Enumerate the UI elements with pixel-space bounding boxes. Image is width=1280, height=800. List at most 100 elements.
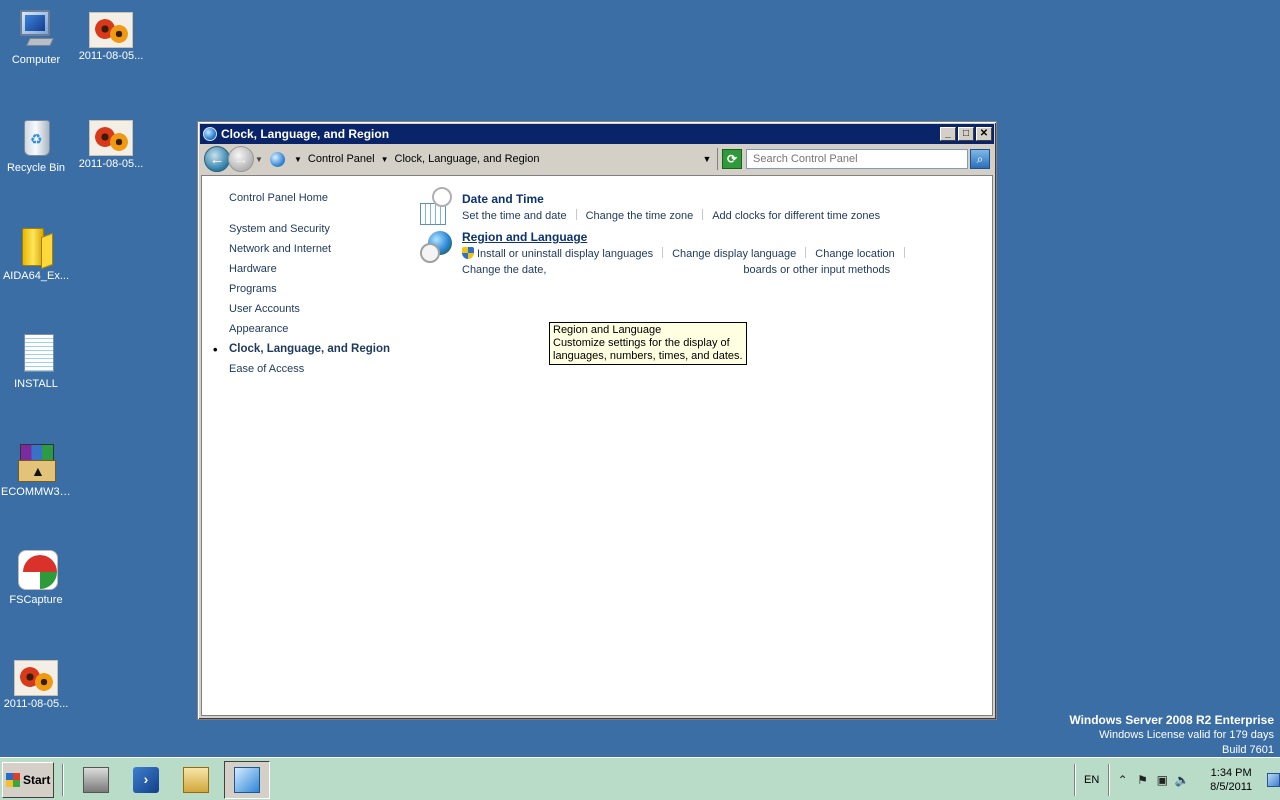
- desktop-icon-label: FSCapture: [9, 594, 63, 606]
- desktop-icon-label: INSTALL: [14, 378, 58, 390]
- desktop-icon-image-1[interactable]: 2011-08-05...: [75, 8, 147, 62]
- nav-network-internet[interactable]: Network and Internet: [229, 243, 390, 255]
- volume-icon[interactable]: 🔈: [1174, 773, 1191, 787]
- desktop-icon-label: 2011-08-05...: [3, 698, 69, 710]
- chevron-down-icon[interactable]: ▼: [294, 155, 302, 164]
- desktop-icon-recycle-bin[interactable]: Recycle Bin: [0, 116, 72, 174]
- desktop-icon-label: AIDA64_Ex...: [2, 270, 70, 282]
- taskbar-powershell[interactable]: ›: [126, 762, 166, 798]
- search-button[interactable]: ⌕: [970, 149, 990, 169]
- close-button[interactable]: ✕: [976, 127, 992, 141]
- nav-hardware[interactable]: Hardware: [229, 263, 390, 275]
- explorer-icon: [183, 767, 209, 793]
- link-change-location[interactable]: Change location: [815, 248, 895, 260]
- nav-clock-language-region[interactable]: Clock, Language, and Region: [213, 342, 390, 357]
- desktop-icon-image-3[interactable]: 2011-08-05...: [0, 656, 72, 710]
- nav-system-security[interactable]: System and Security: [229, 223, 390, 235]
- link-set-time-date[interactable]: Set the time and date: [462, 210, 567, 222]
- show-hidden-icons-icon[interactable]: ⌃: [1114, 773, 1131, 787]
- search-input[interactable]: [746, 149, 968, 169]
- date-and-time-title[interactable]: Date and Time: [462, 192, 880, 206]
- recent-pages-dropdown[interactable]: ▼: [255, 155, 265, 164]
- image-file-icon: [89, 120, 133, 156]
- minimize-button[interactable]: _: [940, 127, 956, 141]
- refresh-button[interactable]: ⟳: [722, 149, 742, 169]
- control-panel-icon: [270, 151, 285, 167]
- clock[interactable]: 1:34 PM 8/5/2011: [1198, 766, 1265, 794]
- desktop-icon-label: Recycle Bin: [6, 162, 66, 174]
- start-button[interactable]: Start: [2, 762, 54, 798]
- image-file-icon: [89, 12, 133, 48]
- chevron-down-icon[interactable]: ▼: [381, 155, 389, 164]
- clock-date: 8/5/2011: [1210, 781, 1253, 793]
- address-dropdown-button[interactable]: ▼: [697, 154, 717, 164]
- link-add-clocks[interactable]: Add clocks for different time zones: [712, 210, 880, 222]
- os-watermark: Windows Server 2008 R2 Enterprise Window…: [1069, 713, 1274, 758]
- tooltip-text-line: languages, numbers, times, and dates.: [553, 350, 743, 362]
- zip-folder-icon: [16, 224, 56, 268]
- tooltip: Region and Language Customize settings f…: [549, 322, 747, 365]
- taskbar: Start › EN ⌃ ⚑ ▣ 🔈 1:34 PM 8/5/2011: [0, 757, 1280, 800]
- fscapture-icon: [16, 548, 58, 592]
- system-tray: EN ⌃ ⚑ ▣ 🔈 1:34 PM 8/5/2011: [1074, 762, 1280, 798]
- nav-ease-of-access[interactable]: Ease of Access: [229, 363, 390, 375]
- desktop-icon-label: 2011-08-05...: [78, 50, 144, 62]
- window-title: Clock, Language, and Region: [221, 127, 390, 141]
- desktop-icon-install[interactable]: INSTALL: [0, 332, 72, 390]
- uac-shield-icon: [462, 247, 474, 259]
- build-number: Build 7601: [1222, 744, 1274, 756]
- tooltip-text-line: Customize settings for the display of: [553, 337, 730, 349]
- taskbar-explorer[interactable]: [176, 762, 216, 798]
- desktop-icon-label: 2011-08-05...: [78, 158, 144, 170]
- action-center-flag-icon[interactable]: ⚑: [1134, 773, 1151, 787]
- tooltip-title: Region and Language: [553, 324, 662, 336]
- powershell-icon: ›: [133, 767, 159, 793]
- control-panel-icon: [203, 127, 217, 141]
- content-pane: Control Panel Home System and Security N…: [201, 175, 993, 716]
- breadcrumb-clock-language-region[interactable]: Clock, Language, and Region: [395, 153, 540, 165]
- os-edition: Windows Server 2008 R2 Enterprise: [1069, 713, 1274, 727]
- link-change-keyboards[interactable]: boards or other input methods: [743, 264, 890, 276]
- nav-control-panel-home[interactable]: Control Panel Home: [229, 192, 390, 204]
- windows-logo-icon: [6, 773, 20, 787]
- show-desktop-button[interactable]: [1266, 773, 1280, 787]
- control-panel-window: Clock, Language, and Region _ □ ✕ ← → ▼ …: [197, 121, 997, 720]
- address-bar[interactable]: ▼ Control Panel ▼ Clock, Language, and R…: [267, 148, 718, 170]
- control-panel-icon: [234, 767, 260, 793]
- clock-time: 1:34 PM: [1210, 767, 1252, 779]
- license-info: Windows License valid for 179 days: [1099, 729, 1274, 741]
- maximize-button[interactable]: □: [958, 127, 974, 141]
- taskbar-server-manager[interactable]: [76, 762, 116, 798]
- computer-icon: [16, 8, 56, 52]
- desktop-icon-fscapture[interactable]: FSCapture: [0, 548, 72, 606]
- link-change-time-zone[interactable]: Change the time zone: [586, 210, 694, 222]
- image-file-icon: [14, 660, 58, 696]
- nav-user-accounts[interactable]: User Accounts: [229, 303, 390, 315]
- navigation-bar: ← → ▼ ▼ Control Panel ▼ Clock, Language,…: [200, 144, 994, 174]
- back-button[interactable]: ←: [204, 146, 230, 172]
- forward-button[interactable]: →: [228, 146, 254, 172]
- nav-programs[interactable]: Programs: [229, 283, 390, 295]
- installer-package-icon: [16, 440, 56, 484]
- server-manager-icon: [83, 767, 109, 793]
- link-change-display-language[interactable]: Change display language: [672, 248, 796, 260]
- desktop-icon-image-2[interactable]: 2011-08-05...: [75, 116, 147, 170]
- recycle-bin-icon: [16, 116, 56, 160]
- nav-appearance[interactable]: Appearance: [229, 323, 390, 335]
- desktop-icon-ecommw3[interactable]: ECOMMW3_0: [0, 440, 72, 498]
- desktop-icon-computer[interactable]: Computer: [0, 8, 72, 66]
- desktop-icon-aida64[interactable]: AIDA64_Ex...: [0, 224, 72, 282]
- network-icon[interactable]: ▣: [1154, 773, 1171, 787]
- title-bar[interactable]: Clock, Language, and Region _ □ ✕: [200, 124, 994, 144]
- text-document-icon: [16, 332, 56, 376]
- breadcrumb-control-panel[interactable]: Control Panel: [308, 153, 375, 165]
- language-indicator[interactable]: EN: [1084, 774, 1108, 786]
- region-and-language-title[interactable]: Region and Language: [462, 230, 914, 244]
- link-change-date-formats[interactable]: Change the date,: [462, 264, 546, 276]
- link-install-languages[interactable]: Install or uninstall display languages: [477, 248, 653, 260]
- taskbar-control-panel[interactable]: [224, 761, 270, 799]
- left-navigation: Control Panel Home System and Security N…: [213, 192, 390, 383]
- date-time-icon[interactable]: [420, 187, 452, 225]
- globe-icon[interactable]: [420, 231, 452, 263]
- start-label: Start: [23, 773, 51, 787]
